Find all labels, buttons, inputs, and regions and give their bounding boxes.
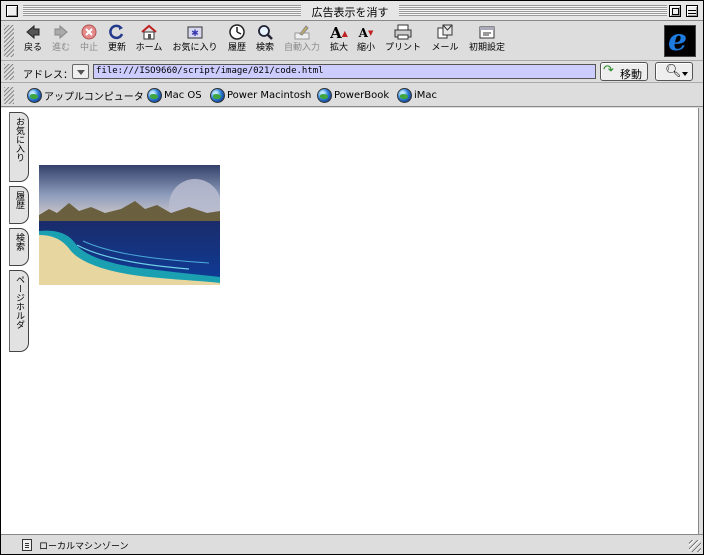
home-icon [139,24,159,42]
favorite-imac[interactable]: iMac [397,88,437,104]
text-smaller-icon: A▼ [358,26,374,40]
beach-landscape-image [39,165,220,285]
globe-icon [210,88,225,103]
mail-icon [435,24,455,42]
collapse-box[interactable] [686,5,698,17]
side-tab-search[interactable]: 検索 [9,228,29,266]
browser-window: 広告表示を消す 戻る 進む 中止 更新 ホーム ✱ お気に入り 履歴 検索 自動… [0,0,704,555]
ie-logo: e [664,23,696,58]
preferences-icon [477,24,497,42]
home-button[interactable]: ホーム [133,24,165,58]
history-icon [227,24,247,42]
side-tab-page-holder[interactable]: ページホルダ [9,270,29,352]
address-label: アドレス： [23,70,73,81]
address-bar: アドレス： file:///ISO9660/script/image/021/c… [1,61,703,83]
resize-handle[interactable] [689,540,701,552]
side-tab-history[interactable]: 履歴 [9,186,29,224]
autofill-button[interactable]: 自動入力 [282,24,322,58]
forward-arrow-icon [51,24,71,42]
favorites-grip[interactable] [4,87,14,104]
title-bar[interactable]: 広告表示を消す [1,1,703,21]
go-arrow-icon: ↷ [603,63,614,78]
status-text: ローカルマシンゾーン [39,542,129,552]
print-icon [393,24,413,42]
mail-button[interactable]: メール [429,24,461,58]
autofill-icon [292,24,312,42]
toolbar-grip[interactable] [4,25,14,57]
address-history-dropdown[interactable] [72,64,89,79]
favorites-icon: ✱ [185,24,205,42]
refresh-button[interactable]: 更新 [105,24,129,58]
security-zone-icon [22,539,32,551]
zoom-box[interactable] [669,5,681,17]
history-button[interactable]: 履歴 [225,24,249,58]
text-larger-button[interactable]: A▲ 拡大 [328,24,350,58]
refresh-icon [107,24,127,42]
text-larger-icon: A▲ [330,24,348,42]
favorite-power-macintosh[interactable]: Power Macintosh [210,88,311,104]
globe-icon [27,88,42,103]
close-box[interactable] [6,5,18,17]
print-button[interactable]: プリント [384,24,422,58]
favorite-powerbook[interactable]: PowerBook [317,88,389,104]
globe-icon [147,88,162,103]
back-button[interactable]: 戻る [21,24,45,58]
search-icon [255,24,275,42]
forward-button[interactable]: 進む [49,24,73,58]
title-stripes-left [23,5,301,16]
favorites-bar: アップルコンピュータ Mac OS Power Macintosh PowerB… [1,84,703,107]
go-button[interactable]: ↷ 移動 [600,62,648,81]
favorites-button[interactable]: ✱ お気に入り [170,24,220,58]
favorite-mac-os[interactable]: Mac OS [147,88,202,104]
address-input[interactable]: file:///ISO9660/script/image/021/code.ht… [93,64,596,79]
page-content[interactable]: お気に入り 履歴 検索 ページホルダ [1,108,699,534]
stop-button[interactable]: 中止 [77,24,101,58]
back-arrow-icon [23,24,43,42]
favorite-apple-computer[interactable]: アップルコンピュータ [27,88,144,104]
ie-e-icon: e [668,23,688,58]
globe-icon [317,88,332,103]
status-bar: ローカルマシンゾーン [1,534,703,554]
toolbar: 戻る 進む 中止 更新 ホーム ✱ お気に入り 履歴 検索 自動入力 A▲ 拡大… [1,21,703,61]
svg-text:✱: ✱ [191,29,199,39]
side-tab-favorites[interactable]: お気に入り [9,112,29,182]
text-smaller-button[interactable]: A▼ 縮小 [355,24,377,58]
preferences-button[interactable]: 初期設定 [467,24,507,58]
stop-icon [79,24,99,42]
title-stripes-right [399,5,667,16]
search-dropdown-button[interactable]: 🔍︎ [655,62,693,81]
globe-icon [397,88,412,103]
window-title: 広告表示を消す [301,4,399,20]
address-grip[interactable] [4,64,14,80]
magnifier-icon: 🔍︎ [665,64,682,79]
search-button[interactable]: 検索 [253,24,277,58]
